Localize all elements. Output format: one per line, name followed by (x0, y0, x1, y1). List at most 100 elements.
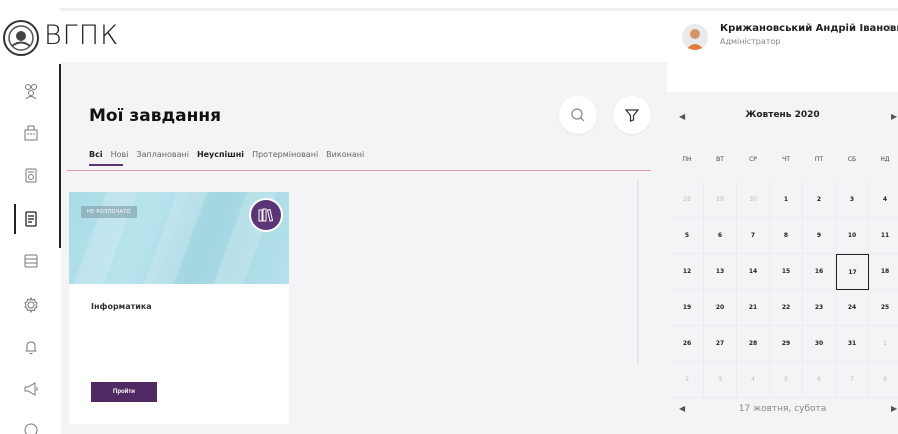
calendar-day[interactable]: 12 (671, 254, 704, 290)
sidebar-active-indicator (14, 204, 16, 234)
settings-icon[interactable] (20, 294, 42, 316)
journal-icon[interactable] (20, 250, 42, 272)
calendar-day[interactable]: 9 (803, 218, 836, 254)
college-logo-icon[interactable] (2, 18, 42, 58)
megaphone-icon[interactable] (20, 378, 42, 400)
tab-planned[interactable]: Заплановані (136, 150, 188, 159)
tab-new[interactable]: Нові (111, 150, 129, 159)
books-icon (258, 208, 274, 222)
calendar-day[interactable]: 3 (704, 362, 737, 398)
top-bar: ВГПК Крижановський Андрій Іванович Адмін… (0, 0, 898, 62)
calendar-day[interactable]: 30 (737, 182, 770, 218)
tasks-icon[interactable] (20, 208, 42, 230)
tab-overdue[interactable]: Протерміновані (252, 150, 318, 159)
calendar-day[interactable]: 22 (770, 290, 803, 326)
calendar-day[interactable]: 5 (770, 362, 803, 398)
status-badge: НЕ РОЗПОЧАТО (81, 206, 137, 218)
calendar-day[interactable]: 24 (836, 290, 869, 326)
weekday-label: СБ (847, 156, 857, 163)
selected-date-label: 17 жовтня, субота (738, 404, 827, 414)
weekday-label: ВТ (716, 156, 724, 163)
filter-icon (624, 109, 640, 122)
next-month-icon[interactable]: ▶ (891, 112, 897, 121)
calendar-day[interactable]: 13 (704, 254, 737, 290)
calendar-grid: 28 29 30 1 2 3 4 5 6 7 8 9 10 11 12 13 14 15 16 17 18 19 20 21 2… (671, 182, 898, 398)
more-icon[interactable] (20, 416, 42, 434)
calendar-day[interactable]: 16 (803, 254, 836, 290)
calendar-day[interactable]: 11 (869, 218, 898, 254)
user-role: Адміністратор (720, 37, 781, 46)
calendar-day[interactable]: 27 (704, 326, 737, 362)
filter-button[interactable] (613, 96, 651, 134)
calendar-day[interactable]: 1 (770, 182, 803, 218)
calendar-day[interactable]: 2 (803, 182, 836, 218)
weekday-label: ПН (682, 156, 692, 163)
calendar-day[interactable]: 14 (737, 254, 770, 290)
calendar-day[interactable]: 28 (737, 326, 770, 362)
calendar-day[interactable]: 2 (671, 362, 704, 398)
calendar: ◀ Жовтень 2020 ▶ ПН ВТ СР ЧТ ПТ СБ НД 28 29 30 1 2… (667, 92, 898, 434)
weekday-label: ПТ (814, 156, 824, 163)
calendar-day[interactable]: 7 (737, 218, 770, 254)
schedule-icon[interactable] (20, 164, 42, 186)
calendar-day[interactable]: 31 (836, 326, 869, 362)
calendar-day[interactable]: 23 (803, 290, 836, 326)
calendar-day[interactable]: 20 (704, 290, 737, 326)
avatar[interactable] (682, 24, 708, 50)
calendar-day[interactable]: 26 (671, 326, 704, 362)
card-title: Інформатика (91, 302, 152, 311)
calendar-day[interactable]: 10 (836, 218, 869, 254)
search-button[interactable] (559, 96, 597, 134)
calendar-day[interactable]: 4 (737, 362, 770, 398)
calendar-day[interactable]: 6 (704, 218, 737, 254)
next-day-icon[interactable]: ▶ (891, 404, 897, 413)
scrollbar[interactable] (637, 180, 639, 364)
bell-icon[interactable] (20, 336, 42, 358)
calendar-day-selected[interactable]: 17 (836, 254, 869, 290)
page-title: Мої завдання (89, 106, 222, 126)
calendar-day[interactable]: 21 (737, 290, 770, 326)
tab-all[interactable]: Всі (89, 150, 103, 159)
sidebar (0, 62, 61, 434)
calendar-day[interactable]: 8 (869, 362, 898, 398)
app-logo-text[interactable]: ВГПК (44, 20, 119, 51)
banner-stripe (133, 192, 215, 284)
start-task-button[interactable]: Пройти (91, 382, 157, 402)
people-icon[interactable] (20, 80, 42, 102)
calendar-day[interactable]: 3 (836, 182, 869, 218)
calendar-day[interactable]: 15 (770, 254, 803, 290)
active-tab-underline (89, 164, 123, 166)
calendar-day[interactable]: 30 (803, 326, 836, 362)
calendar-day[interactable]: 7 (836, 362, 869, 398)
user-name: Крижановський Андрій Іванович (720, 23, 898, 34)
calendar-day[interactable]: 18 (869, 254, 898, 290)
calendar-day[interactable]: 29 (770, 326, 803, 362)
calendar-day[interactable]: 5 (671, 218, 704, 254)
main-content: Мої завдання Всі Нові Заплановані Неуспі… (61, 62, 667, 434)
calendar-day[interactable]: 19 (671, 290, 704, 326)
calendar-day[interactable]: 29 (704, 182, 737, 218)
tabs-divider (67, 170, 651, 171)
calendar-weekdays: ПН ВТ СР ЧТ ПТ СБ НД (671, 156, 898, 168)
building-icon[interactable] (20, 122, 42, 144)
calendar-footer: ◀ 17 жовтня, субота ▶ (667, 400, 898, 420)
weekday-label: ЧТ (782, 156, 790, 163)
subject-badge (249, 198, 283, 232)
tab-completed[interactable]: Виконані (326, 150, 364, 159)
calendar-day[interactable]: 4 (869, 182, 898, 218)
calendar-month-title: Жовтень 2020 (745, 110, 820, 120)
top-divider (60, 8, 898, 11)
calendar-day[interactable]: 25 (869, 290, 898, 326)
calendar-day[interactable]: 8 (770, 218, 803, 254)
card-banner: НЕ РОЗПОЧАТО (69, 192, 289, 284)
calendar-day[interactable]: 28 (671, 182, 704, 218)
tab-failed[interactable]: Неуспішні (197, 150, 244, 159)
calendar-day[interactable]: 1 (869, 326, 898, 362)
calendar-header: ◀ Жовтень 2020 ▶ (667, 108, 898, 124)
calendar-day[interactable]: 6 (803, 362, 836, 398)
chevron-down-icon[interactable]: ↓ (886, 24, 894, 34)
user-menu[interactable]: Крижановський Андрій Іванович Адміністра… (680, 20, 898, 60)
task-tabs: Всі Нові Заплановані Неуспішні Протермін… (89, 150, 372, 159)
search-icon (571, 108, 585, 122)
task-card[interactable]: НЕ РОЗПОЧАТО Інформатика Пройти (69, 192, 289, 424)
